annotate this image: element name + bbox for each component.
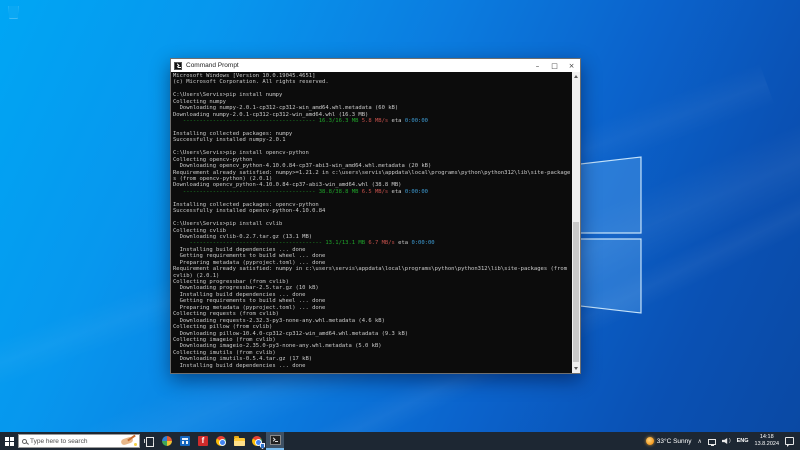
action-center-button[interactable] <box>782 432 797 450</box>
command-prompt-icon <box>174 61 182 70</box>
clock-date: 13.8.2024 <box>754 441 779 447</box>
scrollbar[interactable] <box>572 72 580 373</box>
command-prompt-taskbar-icon <box>269 435 281 445</box>
task-view-icon <box>144 437 154 447</box>
chevron-up-icon: ∧ <box>697 437 702 445</box>
file-explorer-icon <box>233 436 245 446</box>
window-title: Command Prompt <box>186 62 239 69</box>
close-button[interactable]: × <box>563 59 580 72</box>
hidden-icons-button[interactable]: ∧ <box>695 432 705 450</box>
chrome-icon <box>216 436 226 446</box>
speaker-wave-icon: ) <box>728 438 731 444</box>
clock[interactable]: 14:18 13.8.2024 <box>752 432 782 450</box>
window-titlebar[interactable]: Command Prompt – □ × <box>171 59 580 72</box>
sun-weather-icon <box>645 437 654 445</box>
taskbar-app-blue-tile[interactable] <box>176 432 194 450</box>
search-icon <box>22 438 27 444</box>
scrollbar-thumb[interactable] <box>573 222 579 362</box>
weather-widget[interactable]: 33°C Sunny <box>643 432 695 450</box>
microsoft-365-icon <box>162 436 172 446</box>
taskbar-app-chrome[interactable] <box>212 432 230 450</box>
command-prompt-window[interactable]: Command Prompt – □ × Microsoft Windows [… <box>170 58 581 374</box>
action-center-icon <box>785 437 794 447</box>
taskbar-app-facebook[interactable]: f <box>194 432 212 450</box>
console-output: Microsoft Windows [Version 10.0.19045.46… <box>173 73 571 369</box>
console-area[interactable]: Microsoft Windows [Version 10.0.19045.46… <box>171 72 580 373</box>
taskbar-app-command-prompt-active[interactable] <box>266 432 284 450</box>
language-indicator[interactable]: ENG <box>734 432 752 450</box>
clock-time: 14:18 <box>759 434 774 440</box>
search-placeholder: Type here to search <box>30 437 88 445</box>
maximize-button[interactable]: □ <box>546 59 563 72</box>
search-highlight-graphic[interactable] <box>117 434 137 447</box>
recycle-bin-icon[interactable] <box>8 6 19 19</box>
windows-start-icon <box>4 436 14 446</box>
shield-badge-icon <box>260 443 265 449</box>
taskbar-app-microsoft-365[interactable] <box>158 432 176 450</box>
scroll-up-arrow-icon[interactable] <box>572 72 580 81</box>
minimize-button[interactable]: – <box>529 59 546 72</box>
taskbar-app-browser-shield[interactable] <box>248 432 266 450</box>
screen: Command Prompt – □ × Microsoft Windows [… <box>0 0 800 450</box>
blue-tile-app-icon <box>180 436 190 446</box>
weather-condition: Sunny <box>673 437 692 445</box>
weather-temp: 33°C <box>656 437 672 445</box>
network-icon <box>707 438 716 446</box>
taskbar-app-file-explorer[interactable] <box>230 432 248 450</box>
scroll-down-arrow-icon[interactable] <box>572 364 580 373</box>
facebook-icon: f <box>198 436 208 446</box>
network-tray-button[interactable] <box>705 432 719 450</box>
volume-tray-button[interactable]: ) <box>719 432 734 450</box>
taskbar: Type here to search f 33°C Sunny ∧) ENG… <box>0 432 800 450</box>
search-input[interactable]: Type here to search <box>18 434 140 448</box>
task-view-button[interactable] <box>140 432 158 450</box>
speaker-icon <box>721 438 728 444</box>
start-button[interactable] <box>0 432 18 450</box>
